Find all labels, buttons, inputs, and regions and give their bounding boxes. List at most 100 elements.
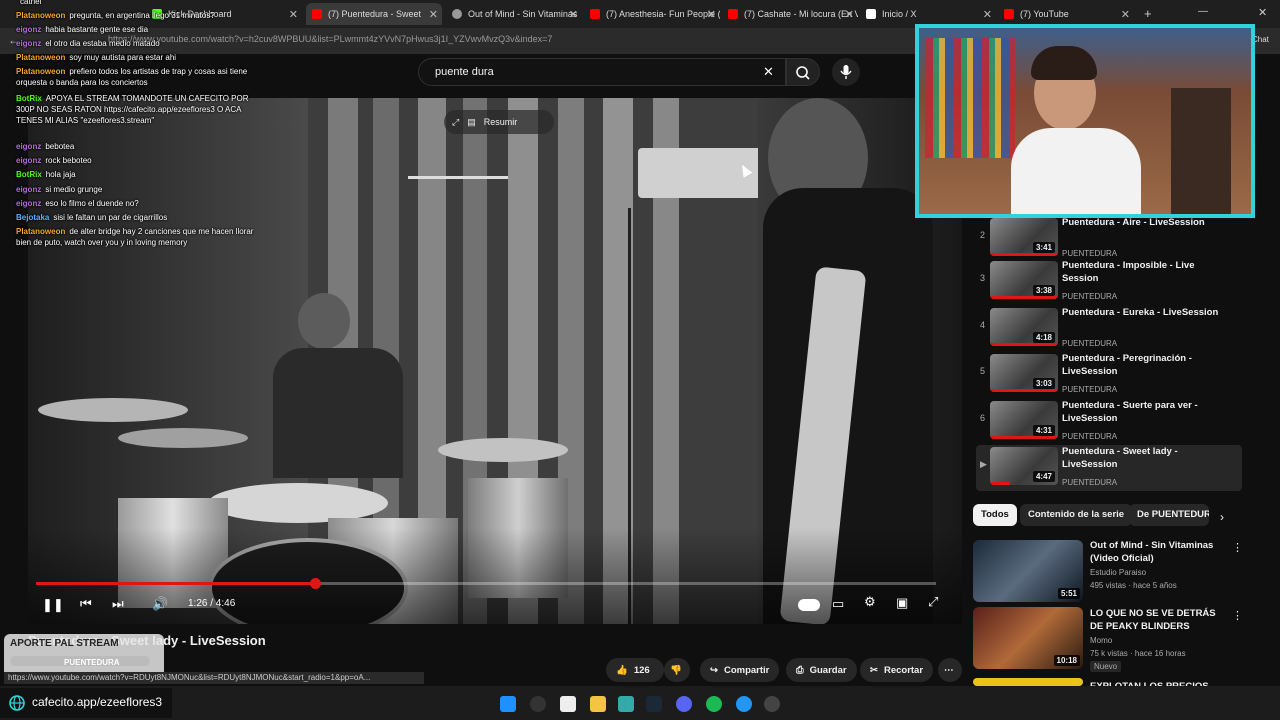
close-icon[interactable]: ✕ — [845, 8, 854, 21]
miniplayer-icon[interactable]: ▣ — [896, 595, 908, 611]
search-icon — [796, 66, 810, 80]
share-icon: ↪ — [710, 664, 718, 676]
browser-icon[interactable] — [618, 696, 634, 712]
task-view-icon[interactable] — [560, 696, 576, 712]
playlist-item[interactable]: 2 3:41 Puentedura - Aire - LiveSession PUEN… — [976, 216, 1242, 262]
playlist-duration: 3:03 — [1032, 378, 1055, 389]
chip-todos[interactable]: Todos — [973, 504, 1017, 526]
cymbal — [118, 428, 248, 448]
chat-message: Platanoweon pregunta, en argentina llego … — [16, 10, 266, 21]
microphone-icon — [840, 65, 852, 79]
summarize-bar[interactable]: ⤢ ▤ Resumir — [444, 110, 554, 134]
cafecito-link: cafecito.app/ezeeflores3 — [32, 695, 163, 709]
rec-channel[interactable]: Estudio Paraiso — [1090, 568, 1146, 577]
playlist-item[interactable]: 6 4:31 Puentedura - Suerte para ver - Live… — [976, 399, 1242, 445]
settings-icon[interactable]: ⚙ — [864, 594, 876, 610]
chip-de-puentedura[interactable]: De PUENTEDUR — [1129, 504, 1209, 526]
autoplay-toggle[interactable] — [798, 599, 820, 611]
more-actions-button[interactable]: ⋯ — [938, 658, 962, 682]
fullscreen-icon[interactable]: ⤢ — [928, 594, 938, 610]
watched-bar — [990, 389, 1058, 392]
search-box[interactable]: puente dura ✕ — [418, 58, 786, 86]
playlist-thumbnail[interactable]: 3:03 — [990, 354, 1058, 392]
close-icon[interactable]: ✕ — [429, 8, 438, 21]
rec-thumbnail[interactable]: 10:18 — [973, 607, 1083, 669]
playlist-thumbnail[interactable]: 3:38 — [990, 261, 1058, 299]
chat-username: eigonz — [16, 39, 42, 48]
youtube-icon — [1004, 9, 1014, 19]
search-button[interactable] — [786, 58, 820, 86]
tab-puentedura[interactable]: (7) Puentedura - Sweet ✕ — [306, 3, 442, 25]
playlist-item[interactable]: ▶ 4:47 Puentedura - Sweet lady - LiveSessi… — [976, 445, 1242, 491]
playlist-title[interactable]: Puentedura - Imposible - Live Session — [1062, 259, 1232, 285]
app-icon[interactable] — [736, 696, 752, 712]
more-options-icon[interactable]: ⋮ — [1232, 541, 1243, 554]
like-count: 126 — [633, 664, 650, 676]
discord-icon[interactable] — [676, 696, 692, 712]
search-taskbar-icon[interactable] — [530, 696, 546, 712]
playlist-title[interactable]: Puentedura - Aire - LiveSession — [1062, 216, 1232, 229]
volume-icon[interactable]: 🔊 — [152, 596, 168, 612]
tab-cashate[interactable]: (7) Cashate - Mi locura (En V ✕ — [722, 3, 858, 25]
windows-start-icon[interactable] — [500, 696, 516, 712]
search-input[interactable]: puente dura — [435, 66, 494, 78]
chat-text: eso lo filmo el duende no? — [45, 199, 139, 208]
dislike-button[interactable]: 👎 — [664, 658, 690, 682]
share-button[interactable]: ↪ Compartir — [700, 658, 780, 682]
playlist-title[interactable]: Puentedura - Suerte para ver - LiveSessi… — [1062, 399, 1232, 425]
close-icon[interactable]: ✕ — [289, 8, 298, 21]
more-options-icon[interactable]: ⋮ — [1232, 609, 1243, 622]
close-icon[interactable]: ✕ — [1121, 8, 1130, 21]
playlist-thumbnail[interactable]: 4:31 — [990, 401, 1058, 439]
window-close-icon[interactable]: ✕ — [1258, 6, 1267, 19]
clip-button[interactable]: ✂ Recortar — [860, 658, 934, 682]
chat-username: eigonz — [16, 142, 42, 151]
playlist-item[interactable]: 5 3:03 Puentedura - Peregrinación - LiveSe… — [976, 352, 1242, 398]
rec-channel[interactable]: Momo — [1090, 636, 1112, 645]
expand-icon[interactable]: ⤢ — [452, 117, 459, 128]
playlist-title[interactable]: Puentedura - Peregrinación - LiveSession — [1062, 352, 1232, 378]
voice-search-button[interactable] — [832, 58, 860, 86]
globe-icon — [9, 695, 25, 711]
close-icon[interactable]: ✕ — [707, 8, 716, 21]
like-button[interactable]: 👍 126 — [606, 658, 664, 682]
tab-x[interactable]: Inicio / X ✕ — [860, 3, 996, 25]
rec-thumbnail[interactable] — [973, 678, 1083, 686]
previous-icon[interactable]: ⏮ — [80, 596, 92, 612]
playlist-title[interactable]: Puentedura - Sweet lady - LiveSession — [1062, 445, 1232, 471]
next-icon[interactable]: ⏭ — [112, 596, 124, 612]
spotify-icon[interactable] — [706, 696, 722, 712]
obs-icon[interactable] — [764, 696, 780, 712]
file-explorer-icon[interactable] — [590, 696, 606, 712]
loading-icon — [452, 9, 462, 19]
new-tab-icon[interactable]: + — [1144, 6, 1152, 21]
rec-title[interactable]: Out of Mind - Sin Vitaminas (Video Ofici… — [1090, 539, 1220, 565]
tab-youtube[interactable]: (7) YouTube ✕ — [998, 3, 1134, 25]
minimize-icon[interactable]: — — [1198, 6, 1208, 17]
steam-icon[interactable] — [646, 696, 662, 712]
pause-icon[interactable]: ❚❚ — [42, 597, 64, 613]
drum-head — [208, 483, 388, 523]
subtitles-icon[interactable]: ▭ — [832, 596, 844, 612]
progress-bar[interactable] — [36, 578, 936, 589]
clear-search-icon[interactable]: ✕ — [763, 64, 774, 80]
tab-label: (7) Cashate - Mi locura (En V — [744, 9, 858, 19]
playlist-thumbnail[interactable]: 4:18 — [990, 308, 1058, 346]
tab-out-of-mind[interactable]: Out of Mind - Sin Vitaminas ✕ — [446, 3, 582, 25]
playlist-thumbnail[interactable]: 4:47 — [990, 447, 1058, 485]
chevron-right-icon[interactable]: › — [1220, 510, 1224, 524]
playlist-thumbnail[interactable]: 3:41 — [990, 218, 1058, 256]
rec-title[interactable]: LO QUE NO SE VE DETRÁS DE PEAKY BLINDERS — [1090, 607, 1220, 633]
tab-anesthesia[interactable]: (7) Anesthesia- Fun People (✕ — [584, 3, 720, 25]
close-icon[interactable]: ✕ — [983, 8, 992, 21]
progress-scrubber[interactable] — [310, 578, 321, 589]
playlist-item[interactable]: 4 4:18 Puentedura - Eureka - LiveSession PU… — [976, 306, 1242, 352]
streamer-shirt — [1011, 128, 1141, 214]
close-icon[interactable]: ✕ — [569, 8, 578, 21]
save-button[interactable]: ⎙ Guardar — [786, 658, 857, 682]
chip-contenido-serie[interactable]: Contenido de la serie — [1020, 504, 1133, 526]
chat-message: BotRix hola jaja — [16, 169, 266, 180]
rec-thumbnail[interactable]: 5:51 — [973, 540, 1083, 602]
playlist-item[interactable]: 3 3:38 Puentedura - Imposible - Live Sessi… — [976, 259, 1242, 305]
playlist-title[interactable]: Puentedura - Eureka - LiveSession — [1062, 306, 1232, 319]
